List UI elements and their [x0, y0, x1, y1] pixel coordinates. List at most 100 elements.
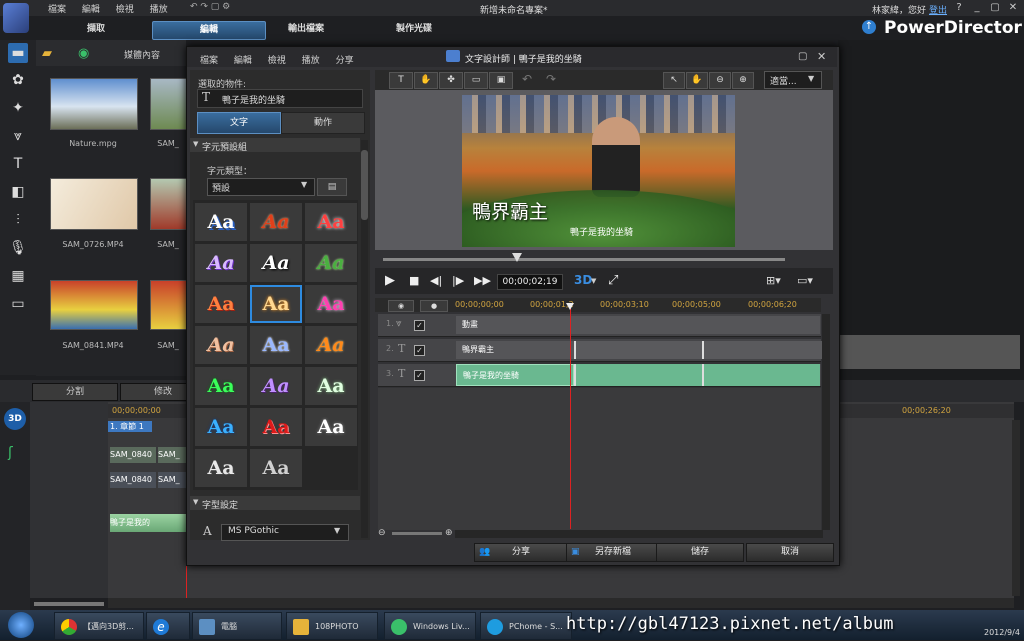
magic-icon[interactable]: ʃ [8, 445, 13, 461]
media-thumb-sam-0841[interactable] [50, 280, 138, 330]
split-button[interactable]: 分割 [32, 383, 118, 401]
taskbar-item-chrome[interactable]: 【邁向3D剪... [54, 612, 144, 640]
media-thumb-sam-0726[interactable] [50, 178, 138, 230]
text-preset-18[interactable]: Aa [305, 408, 357, 446]
timeline-vscrollbar[interactable] [1012, 420, 1020, 596]
redo-icon[interactable]: ↷ [546, 72, 556, 86]
text-preset-12[interactable]: Aa [305, 326, 357, 364]
stop-icon[interactable]: ■ [409, 274, 419, 287]
dialog-track-label[interactable]: 動畫 [456, 316, 820, 334]
insert-image-icon[interactable]: ✤ [439, 72, 463, 89]
media-thumb-nature[interactable] [50, 78, 138, 130]
text-preset-2[interactable]: Aa [250, 203, 302, 241]
media-room-icon[interactable]: ▬ [8, 43, 28, 63]
share-button[interactable]: 👥 分享 [474, 543, 568, 562]
select-tool-icon[interactable]: ↖ [663, 72, 685, 89]
particle-room-icon[interactable]: ⩔ [8, 126, 28, 146]
3d-toggle[interactable]: 3D [574, 273, 592, 287]
track-2-title-clip[interactable]: 鴨子是我的 [110, 514, 186, 532]
taskbar-item-folder[interactable]: 108PHOTO [286, 612, 378, 640]
media-content-dropdown[interactable]: 媒體內容 [124, 48, 160, 61]
menu-file[interactable]: 檔案 [48, 5, 66, 15]
save-as-new-button[interactable]: ▣ 另存新檔 [566, 543, 660, 562]
voice-over-icon[interactable]: 🎙 [8, 238, 28, 258]
text-preset-17[interactable]: Aa [250, 408, 302, 446]
preview-title-text[interactable]: 鴨界霸主 [472, 197, 548, 224]
text-preset-20[interactable]: Aa [250, 449, 302, 487]
text-preset-7[interactable]: Aa [195, 285, 247, 323]
chapter-room-icon[interactable]: ▦ [8, 266, 28, 286]
tab-create-disc[interactable]: 製作光碟 [358, 21, 470, 38]
track-visible-checkbox[interactable]: ✓ [414, 370, 425, 381]
dialog-menu-edit[interactable]: 編輯 [234, 56, 252, 66]
dialog-track-label[interactable]: 鴨界霸主 [456, 341, 574, 359]
track-1-audio-clip-b[interactable]: SAM_ [158, 472, 186, 488]
insert-particle-icon[interactable]: ✋ [414, 72, 438, 89]
prev-frame-icon[interactable]: ◀| [430, 274, 442, 287]
dialog-close-icon[interactable]: ✕ [817, 50, 826, 63]
title-clip-segment[interactable] [702, 341, 822, 359]
taskbar-item-ie[interactable]: e [146, 612, 190, 640]
tab-motion[interactable]: 動作 [281, 112, 365, 134]
track-visible-checkbox[interactable]: ✓ [414, 345, 425, 356]
dialog-playhead-handle[interactable] [566, 303, 574, 310]
text-preset-8[interactable]: Aa [250, 285, 302, 323]
selected-clip-segment[interactable] [702, 364, 820, 386]
grid-settings-icon[interactable]: ⊞▾ [766, 274, 781, 287]
text-preset-11[interactable]: Aa [250, 326, 302, 364]
media-thumb-sam-c[interactable] [150, 280, 188, 330]
logout-link[interactable]: 登出 [929, 3, 947, 16]
tab-edit[interactable]: 編輯 [152, 21, 266, 40]
text-preset-9[interactable]: Aa [305, 285, 357, 323]
lock-toggle-button[interactable]: ● [420, 300, 448, 312]
dialog-zoom-out-icon[interactable]: ⊖ [378, 528, 386, 538]
title-clip-segment[interactable] [574, 341, 704, 359]
menu-view[interactable]: 檢視 [116, 5, 134, 15]
text-preset-15[interactable]: Aa [305, 367, 357, 405]
save-button[interactable]: 儲存 [656, 543, 744, 562]
dialog-maximize-icon[interactable]: ▢ [798, 51, 807, 62]
text-preset-16[interactable]: Aa [195, 408, 247, 446]
fullscreen-icon[interactable]: ⤢ [608, 273, 618, 288]
zoom-out-icon[interactable]: ⊖ [709, 72, 731, 89]
text-preset-14[interactable]: Aa [250, 367, 302, 405]
panel-scrollbar-thumb[interactable] [361, 150, 368, 220]
keyframe-toggle-button[interactable]: ◉ [388, 300, 414, 312]
dialog-menu-file[interactable]: 檔案 [200, 56, 218, 66]
3d-mode-icon[interactable]: 3D [4, 408, 26, 430]
hand-tool-icon[interactable]: ✋ [686, 72, 708, 89]
taskbar-item-computer[interactable]: 電腦 [192, 612, 282, 640]
tab-text[interactable]: 文字 [197, 112, 281, 134]
text-preset-19[interactable]: Aa [195, 449, 247, 487]
menu-play[interactable]: 播放 [150, 5, 168, 15]
3d-dropdown-icon[interactable]: ▼ [591, 277, 596, 285]
dialog-timeline-vscrollbar[interactable] [822, 314, 830, 530]
help-icon[interactable]: ? [950, 1, 968, 15]
dialog-zoom-in-icon[interactable]: ⊕ [445, 528, 453, 538]
text-preset-1[interactable]: Aa [195, 203, 247, 241]
zoom-in-icon[interactable]: ⊕ [732, 72, 754, 89]
import-folder-icon[interactable]: ▰ [42, 46, 52, 61]
timeline-hscrollbar[interactable] [108, 598, 1014, 608]
media-thumb-sam-b[interactable] [150, 178, 188, 230]
aspect-settings-icon[interactable]: ▭▾ [797, 274, 813, 287]
text-preset-10[interactable]: Aa [195, 326, 247, 364]
dialog-zoom-slider[interactable] [392, 532, 442, 535]
audio-mix-icon[interactable]: ⫶ [8, 210, 28, 230]
preview-seek-handle[interactable] [512, 253, 522, 262]
title-room-icon[interactable]: T [8, 154, 28, 174]
dialog-timeline-hscrollbar[interactable] [455, 530, 823, 538]
subtitle-room-icon[interactable]: ▭ [8, 294, 28, 314]
preview-seek-bar[interactable] [383, 258, 785, 261]
taskbar-item-pchome[interactable]: PChome - S... [480, 612, 572, 640]
pip-room-icon[interactable]: ✦ [8, 98, 28, 118]
text-preset-6[interactable]: Aa [305, 244, 357, 282]
maximize-icon[interactable]: ▢ [986, 1, 1004, 15]
minimize-icon[interactable]: _ [968, 1, 986, 15]
selected-clip-segment[interactable] [574, 364, 702, 386]
tab-produce[interactable]: 輸出檔案 [250, 21, 362, 38]
text-preset-13[interactable]: Aa [195, 367, 247, 405]
tab-capture[interactable]: 擷取 [40, 21, 152, 38]
track-visible-checkbox[interactable]: ✓ [414, 320, 425, 331]
next-frame-icon[interactable]: |▶ [452, 274, 464, 287]
